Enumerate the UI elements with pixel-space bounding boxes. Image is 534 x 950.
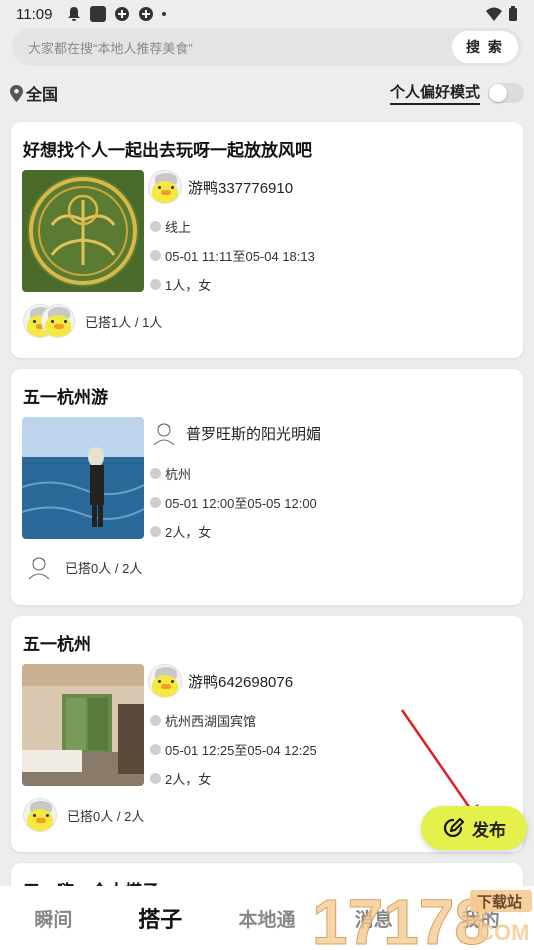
sync-icon	[115, 7, 130, 21]
joined-row: 已搭0人 / 2人	[23, 551, 142, 583]
joined-text: 已搭1人 / 1人	[85, 314, 163, 330]
place-info: 线上	[150, 217, 191, 236]
publish-label: 发布	[472, 820, 506, 840]
location-dot-icon	[150, 715, 161, 726]
edit-icon	[443, 818, 464, 838]
joined-row: 已搭1人 / 1人	[23, 304, 162, 338]
avatar	[148, 417, 180, 449]
clock-icon	[150, 250, 161, 261]
toggle-knob	[489, 84, 507, 102]
notification-icons	[66, 6, 167, 22]
clock-icon	[150, 744, 161, 755]
bell-icon	[68, 7, 81, 21]
post-image	[22, 664, 144, 786]
status-time: 11:09	[16, 5, 53, 23]
search-button[interactable]: 搜 索	[452, 31, 518, 63]
place-info: 杭州西湖国宾馆	[150, 711, 256, 730]
place-text: 杭州	[165, 467, 192, 482]
tab-moments[interactable]: 瞬间	[0, 905, 107, 932]
wifi-icon	[486, 7, 502, 21]
location-dot-icon	[150, 221, 161, 232]
tab-local[interactable]: 本地通	[214, 905, 321, 932]
place-text: 杭州西湖国宾馆	[165, 714, 257, 729]
joined-text: 已搭0人 / 2人	[67, 808, 145, 824]
joined-row: 已搭0人 / 2人	[23, 798, 144, 832]
time-info: 05-01 12:25至05-04 12:25	[150, 740, 317, 759]
people-info: 1人，女	[150, 275, 211, 294]
tab-partner[interactable]: 搭子	[107, 902, 214, 934]
search-bar[interactable]: 大家都在搜“本地人推荐美食” 搜 索	[12, 28, 522, 66]
location-label: 全国	[26, 87, 59, 104]
location-dot-icon	[150, 468, 161, 479]
author-name: 普罗旺斯的阳光明媚	[186, 425, 322, 443]
people-info: 2人，女	[150, 522, 211, 541]
people-icon	[150, 526, 161, 537]
status-bar: 11:09	[0, 0, 534, 28]
time-text: 05-01 12:25至05-04 12:25	[165, 743, 317, 758]
people-icon	[150, 279, 161, 290]
avatar	[23, 798, 57, 832]
time-info: 05-01 12:00至05-05 12:00	[150, 493, 317, 512]
author[interactable]: 游鸭642698076	[148, 664, 293, 698]
avatar	[148, 664, 182, 698]
author[interactable]: 普罗旺斯的阳光明媚	[148, 417, 321, 449]
publish-button[interactable]: 发布	[421, 806, 527, 850]
post-image	[22, 170, 144, 292]
filter-row: 全国 个人偏好模式	[10, 80, 524, 106]
post-image	[22, 417, 144, 539]
people-text: 2人，女	[165, 772, 212, 787]
place-text: 线上	[165, 220, 192, 235]
tab-messages[interactable]: 消息	[320, 905, 427, 932]
time-info: 05-01 11:11至05-04 18:13	[150, 246, 315, 265]
post-title: 五一杭州	[23, 635, 91, 654]
author-name: 游鸭337776910	[188, 179, 294, 197]
tab-mine[interactable]: 我的	[427, 905, 534, 932]
author-name: 游鸭642698076	[188, 673, 294, 691]
post-card[interactable]: 好想找个人一起出去玩呀一起放放风吧 游鸭337776910 线上 05-01 1…	[11, 122, 523, 358]
bottom-tab-bar: 瞬间 搭子 本地通 消息 我的	[0, 886, 534, 950]
people-text: 2人，女	[165, 525, 212, 540]
app-notification-icon	[90, 6, 107, 22]
author[interactable]: 游鸭337776910	[148, 170, 293, 204]
preference-toggle[interactable]	[488, 83, 524, 103]
location-pin-icon	[10, 84, 23, 102]
people-icon	[150, 773, 161, 784]
post-title: 五一杭州游	[23, 388, 108, 407]
more-notifications-icon	[162, 12, 167, 16]
system-icons	[486, 6, 518, 22]
avatar	[41, 304, 75, 338]
search-input[interactable]: 大家都在搜“本地人推荐美食”	[28, 38, 193, 57]
battery-icon	[509, 6, 517, 21]
sync-icon	[139, 7, 154, 21]
joined-text: 已搭0人 / 2人	[65, 560, 143, 576]
time-text: 05-01 12:00至05-05 12:00	[165, 496, 317, 511]
post-title: 好想找个人一起出去玩呀一起放放风吧	[23, 141, 312, 160]
people-info: 2人，女	[150, 769, 211, 788]
avatar	[148, 170, 182, 204]
avatar	[23, 551, 55, 583]
people-text: 1人，女	[165, 278, 212, 293]
location-selector[interactable]: 全国	[10, 81, 58, 105]
preference-label: 个人偏好模式	[389, 81, 480, 105]
place-info: 杭州	[150, 464, 191, 483]
preference-mode: 个人偏好模式	[389, 81, 524, 105]
clock-icon	[150, 497, 161, 508]
time-text: 05-01 11:11至05-04 18:13	[165, 249, 315, 264]
post-card[interactable]: 五一杭州游 普罗旺斯的阳光明媚 杭州 05-01 12:00至05-05 12:…	[11, 369, 523, 605]
